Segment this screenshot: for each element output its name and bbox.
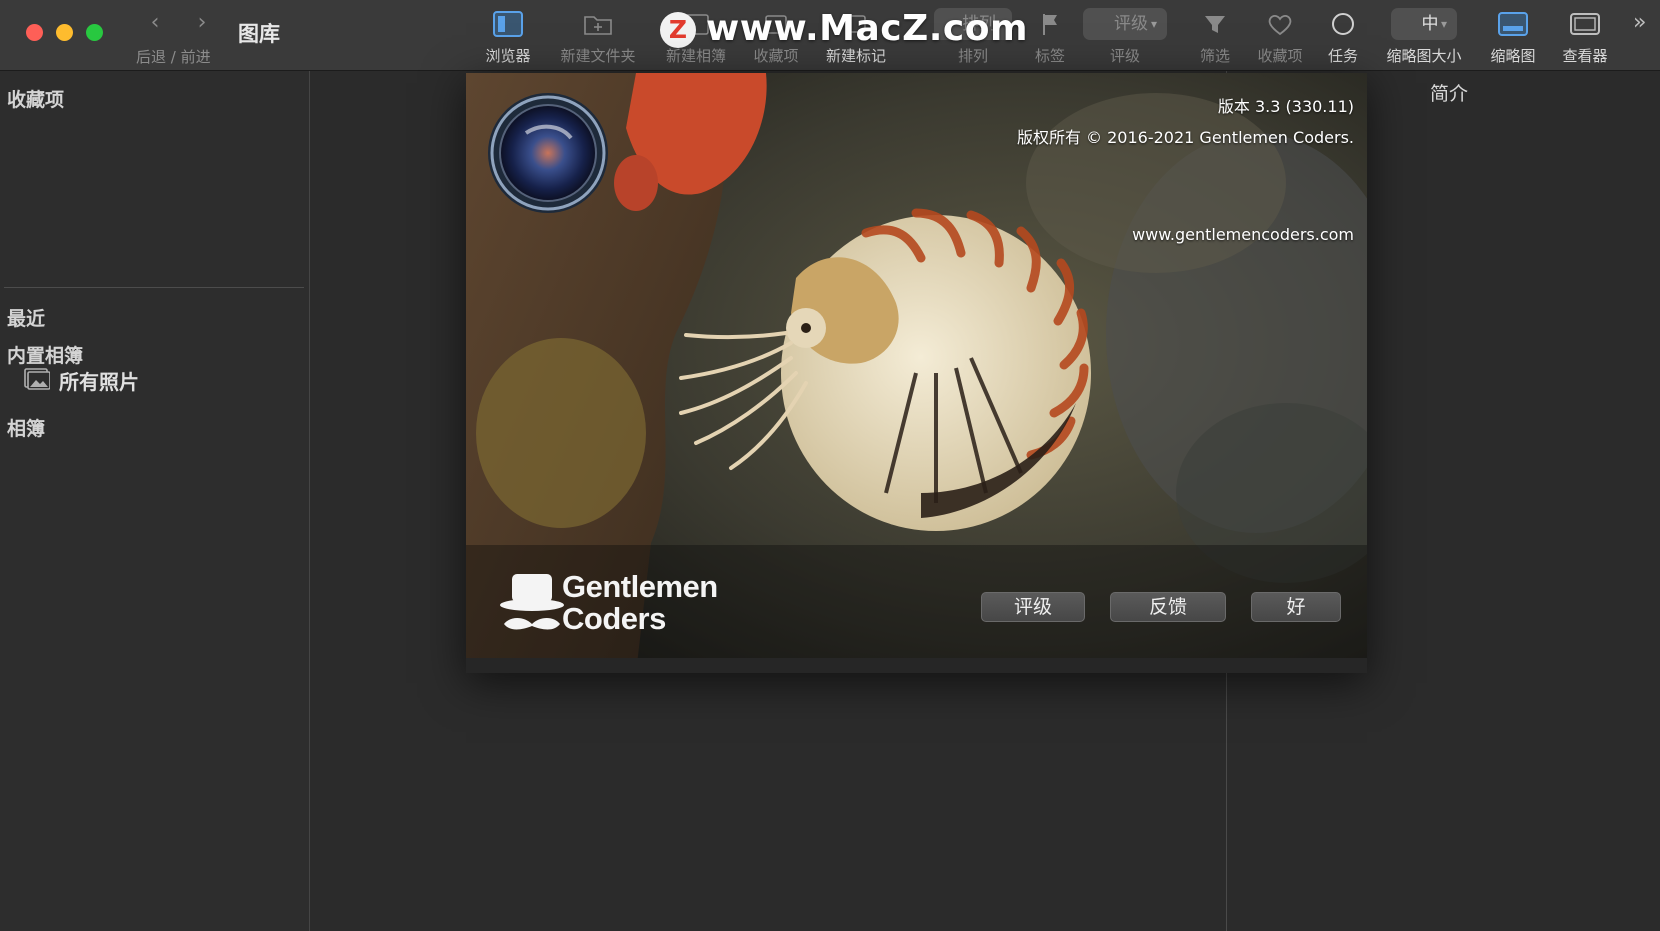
photos-icon: [24, 368, 50, 390]
toolbar: ‹ › 后退 / 前进 图库 浏览器 新建文件夹 新建相簿 收藏项 新建标记 排…: [0, 0, 1660, 71]
chevron-down-icon: ▾: [1150, 17, 1157, 31]
new-folder-label: 新建文件夹: [560, 47, 636, 65]
rate-button[interactable]: 评级: [981, 592, 1085, 622]
new-folder-icon: [584, 16, 612, 35]
about-dialog-footer: [466, 658, 1367, 673]
filter-label: 筛选: [1199, 47, 1230, 65]
logo-line-1: Gentlemen: [562, 569, 718, 604]
filter-icon: [1205, 16, 1225, 33]
favorite-toggle-label: 收藏项: [1257, 47, 1303, 65]
tasks-label: 任务: [1327, 47, 1358, 65]
ok-button[interactable]: 好: [1251, 592, 1341, 622]
viewer-icon: [1570, 13, 1600, 35]
rating-label: 评级: [1109, 47, 1140, 65]
toolbar-overflow-button[interactable]: »: [1633, 10, 1646, 35]
sidebar-divider: [4, 287, 304, 288]
minimize-window-button[interactable]: [56, 24, 73, 41]
rating-dropdown[interactable]: 评级 ▾: [1083, 8, 1167, 40]
circle-icon: [1332, 13, 1354, 35]
thumbnail-size-dropdown[interactable]: 中 ▾: [1391, 8, 1457, 40]
back-button[interactable]: ‹: [143, 10, 167, 36]
website-link[interactable]: www.gentlemencoders.com: [1132, 225, 1354, 244]
sidebar-item-all-photos-label: 所有照片: [59, 370, 139, 394]
sidebar-albums-header: 相簿: [7, 418, 46, 440]
thumbnails-view-tool[interactable]: 缩略图: [1483, 0, 1543, 70]
about-dialog: 版本 3.3 (330.11) 版权所有 © 2016-2021 Gentlem…: [466, 73, 1367, 673]
forward-button[interactable]: ›: [190, 10, 214, 36]
tasks-tool[interactable]: 任务: [1313, 0, 1373, 70]
filter-tool[interactable]: 筛选: [1185, 0, 1245, 70]
label-label: 标签: [1034, 47, 1065, 65]
sidebar-item-recent[interactable]: 最近: [7, 304, 45, 331]
feedback-button[interactable]: 反馈: [1110, 592, 1226, 622]
browser-label: 浏览器: [485, 47, 531, 65]
heart-icon: [1268, 14, 1292, 36]
window-title: 图库: [238, 22, 280, 46]
watermark-logo-icon: Z: [660, 12, 696, 48]
thumbnail-size-value: 中: [1421, 14, 1439, 34]
thumbnails-view-label: 缩略图: [1490, 47, 1536, 65]
rating-tool[interactable]: 评级 ▾ 评级: [1082, 0, 1168, 70]
thumbnails-view-icon: [1498, 12, 1528, 36]
chevron-down-icon: ▾: [1440, 17, 1447, 31]
browser-tool[interactable]: 浏览器: [478, 0, 538, 70]
favorite-toggle-tool[interactable]: 收藏项: [1248, 0, 1312, 70]
inspector-title: 简介: [1430, 83, 1469, 105]
viewer-tool[interactable]: 查看器: [1555, 0, 1615, 70]
version-text: 版本 3.3 (330.11): [1217, 97, 1354, 116]
app-window: ‹ › 后退 / 前进 图库 浏览器 新建文件夹 新建相簿 收藏项 新建标记 排…: [0, 0, 1660, 931]
close-window-button[interactable]: [26, 24, 43, 41]
sidebar-builtin-albums-header: 内置相簿: [7, 345, 84, 367]
viewer-label: 查看器: [1562, 47, 1608, 65]
rating-dropdown-value: 评级: [1114, 14, 1148, 34]
new-folder-tool[interactable]: 新建文件夹: [553, 0, 643, 70]
browser-icon: [493, 11, 523, 37]
app-lens-icon: [488, 93, 608, 213]
watermark-text: www.MacZ.com: [706, 8, 1028, 49]
zoom-window-button[interactable]: [86, 24, 103, 41]
copyright-text: 版权所有 © 2016-2021 Gentlemen Coders.: [1016, 128, 1354, 147]
thumbnail-size-tool[interactable]: 中 ▾ 缩略图大小: [1380, 0, 1468, 70]
label-tool[interactable]: 标签: [1020, 0, 1080, 70]
logo-line-2: Coders: [562, 601, 666, 636]
gentlemen-coders-logo: Gentlemen Coders: [562, 571, 718, 635]
back-forward-label: 后退 / 前进: [136, 48, 211, 66]
thumbnail-size-label: 缩略图大小: [1386, 47, 1462, 65]
flag-icon: [1043, 14, 1057, 35]
sidebar-favorites-header: 收藏项: [7, 89, 65, 111]
sidebar: 收藏项 最近 内置相簿 所有照片 相簿: [0, 71, 310, 931]
